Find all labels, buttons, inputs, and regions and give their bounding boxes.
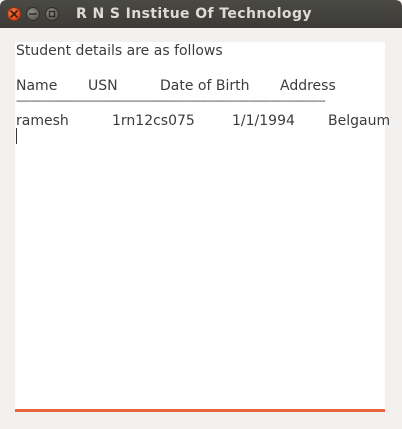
app-window: R N S Institue Of Technology Student det…	[0, 0, 402, 429]
cell-dob: 1/1/1994	[232, 113, 295, 129]
minimize-icon	[29, 13, 37, 15]
header-name: Name	[16, 78, 58, 94]
maximize-button[interactable]	[45, 7, 59, 21]
table-row: ramesh 1rn12cs075 1/1/1994 Belgaum	[16, 113, 390, 129]
cell-usn: 1rn12cs075	[112, 113, 195, 129]
scroll-indicator	[15, 409, 385, 412]
maximize-icon	[48, 10, 56, 18]
close-icon	[10, 10, 18, 18]
header-divider: ----------------------------------------…	[16, 97, 326, 105]
output-text-area[interactable]: Student details are as follows Name USN …	[15, 42, 390, 410]
header-address: Address	[280, 78, 336, 94]
minimize-button[interactable]	[26, 7, 40, 21]
cell-name: ramesh	[16, 113, 69, 129]
header-row: Name USN Date of Birth Address	[16, 78, 384, 94]
cell-address: Belgaum	[328, 113, 391, 129]
header-dob: Date of Birth	[160, 78, 250, 94]
close-button[interactable]	[7, 7, 21, 21]
title-bar[interactable]: R N S Institue Of Technology	[0, 0, 402, 28]
text-caret	[16, 128, 17, 144]
window-title: R N S Institue Of Technology	[76, 6, 312, 22]
header-usn: USN	[88, 78, 118, 94]
intro-text: Student details are as follows	[16, 43, 223, 59]
